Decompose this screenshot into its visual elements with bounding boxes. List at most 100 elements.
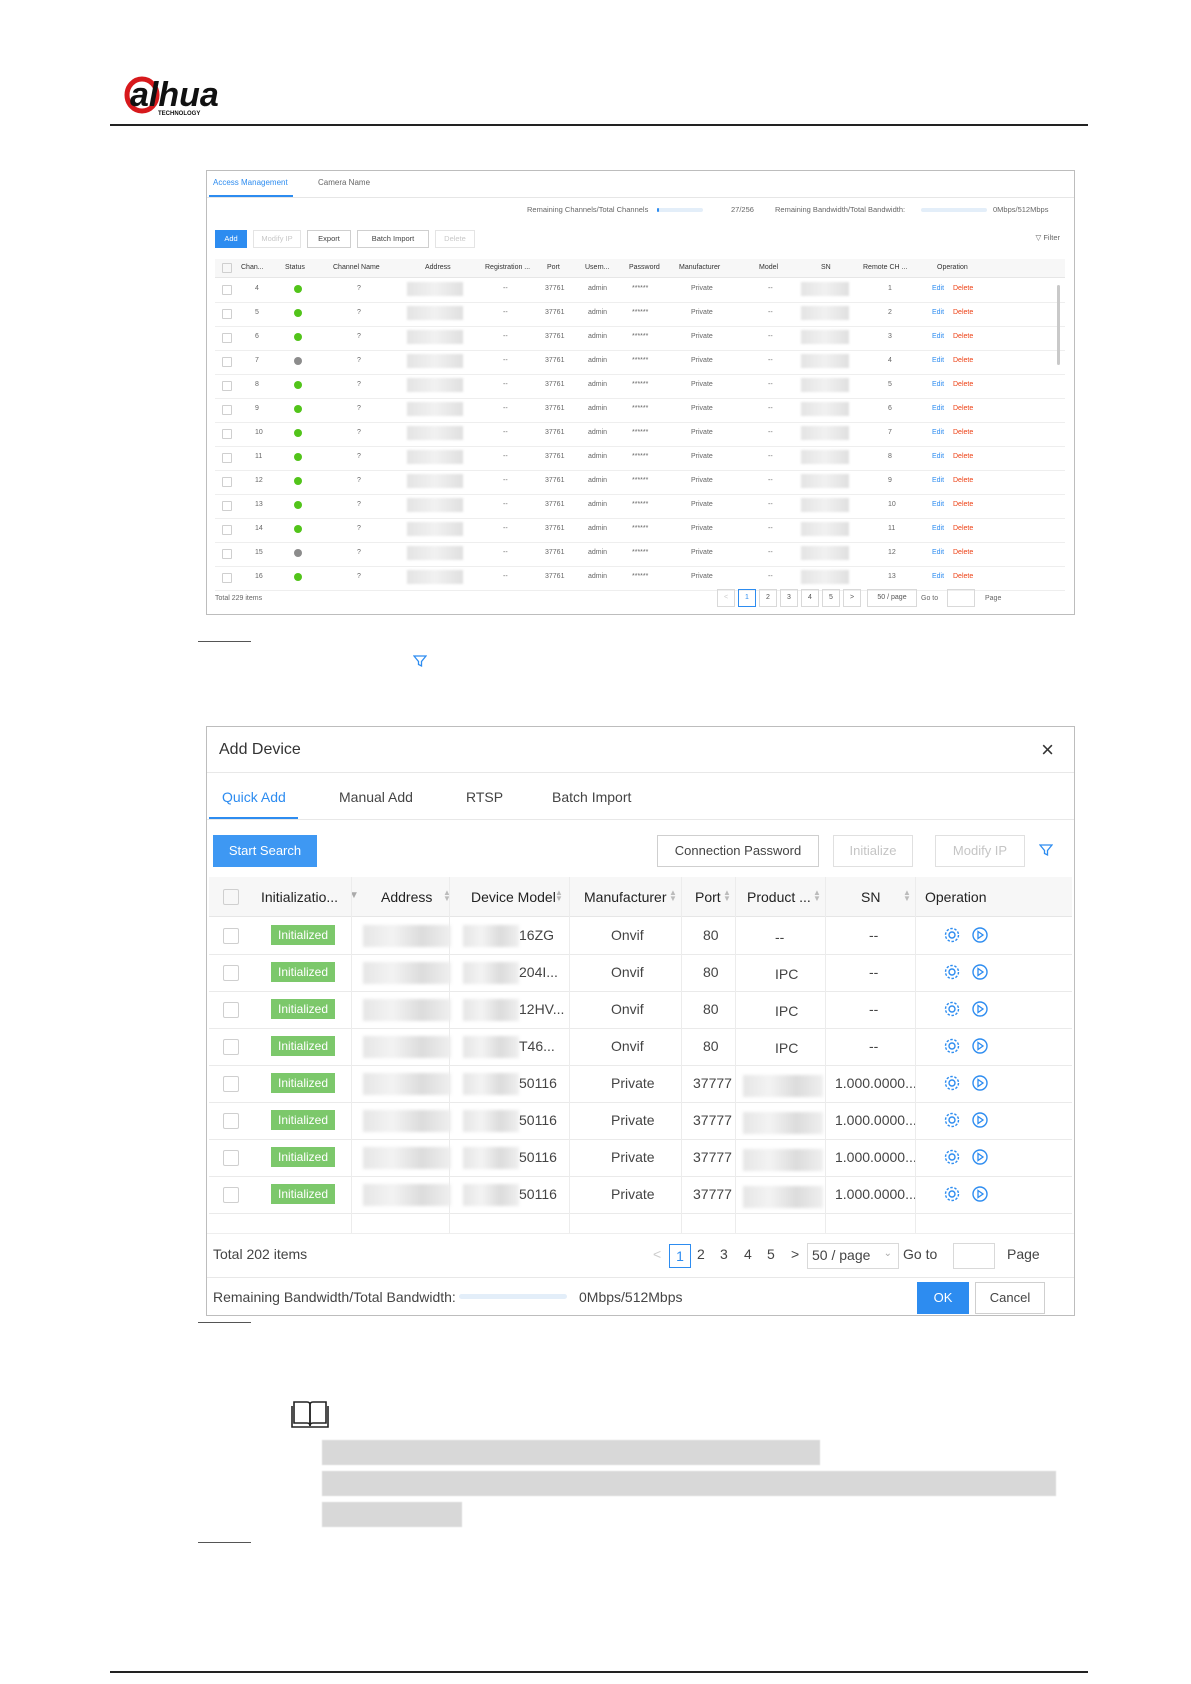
table-row[interactable]: 5? -- 37761 admin ****** Private -- 2 Edit Delete: [215, 302, 1065, 327]
delete-link[interactable]: Delete: [953, 309, 973, 316]
tab-access-management[interactable]: Access Management: [213, 178, 288, 187]
edit-link[interactable]: Edit: [932, 405, 944, 412]
modify-ip-button[interactable]: Modify IP: [253, 230, 301, 248]
col-manufacturer[interactable]: Manufacturer: [584, 889, 666, 905]
row-checkbox[interactable]: [222, 429, 232, 439]
table-row[interactable]: 15? -- 37761 admin ****** Private -- 12 Edit Dele…: [215, 542, 1065, 567]
row-checkbox[interactable]: [222, 285, 232, 295]
s1-next-page[interactable]: >: [843, 589, 861, 607]
col-address[interactable]: Address: [425, 264, 451, 271]
table-row[interactable]: 13? -- 37761 admin ****** Private -- 10 Edit Dele…: [215, 494, 1065, 519]
s2-page-1[interactable]: 1: [669, 1244, 691, 1268]
s1-page-2[interactable]: 2: [759, 589, 777, 607]
batch-import-button[interactable]: Batch Import: [357, 230, 429, 248]
col-registration[interactable]: Registration ...: [485, 264, 530, 271]
s1-goto-input[interactable]: [947, 589, 975, 607]
col-device-model[interactable]: Device Model: [471, 889, 556, 905]
s2-goto-input[interactable]: [953, 1243, 995, 1269]
row-checkbox[interactable]: [222, 525, 232, 535]
table-row[interactable]: 6? -- 37761 admin ****** Private -- 3 Edit Delete: [215, 326, 1065, 351]
col-status[interactable]: Status: [285, 264, 305, 271]
edit-link[interactable]: Edit: [932, 285, 944, 292]
s1-page-size-select[interactable]: 50 / page: [867, 589, 917, 607]
tab-manual-add[interactable]: Manual Add: [339, 789, 413, 805]
table-row[interactable]: Initialized 50116 Private 37777 1.000.0000..…: [209, 1102, 1072, 1140]
s2-prev-page[interactable]: <: [653, 1246, 661, 1262]
tab-batch-import[interactable]: Batch Import: [552, 789, 631, 805]
edit-link[interactable]: Edit: [932, 453, 944, 460]
filter-button[interactable]: ▽ Filter: [1035, 233, 1060, 242]
s2-page-5[interactable]: 5: [767, 1246, 775, 1262]
s1-page-4[interactable]: 4: [801, 589, 819, 607]
col-remote-ch[interactable]: Remote CH ...: [863, 264, 907, 271]
delete-link[interactable]: Delete: [953, 285, 973, 292]
edit-link[interactable]: Edit: [932, 309, 944, 316]
delete-link[interactable]: Delete: [953, 453, 973, 460]
table-row[interactable]: 4? -- 37761 admin ****** Private -- 1 Edit Delete: [215, 278, 1065, 303]
settings-gear-icon[interactable]: [943, 1148, 961, 1166]
row-checkbox[interactable]: [223, 1113, 239, 1129]
close-icon[interactable]: ×: [1041, 737, 1054, 763]
delete-link[interactable]: Delete: [953, 501, 973, 508]
edit-link[interactable]: Edit: [932, 381, 944, 388]
edit-link[interactable]: Edit: [932, 549, 944, 556]
table-row[interactable]: 8? -- 37761 admin ****** Private -- 5 Edit Delete: [215, 374, 1065, 399]
play-icon[interactable]: [971, 1111, 989, 1129]
delete-link[interactable]: Delete: [953, 549, 973, 556]
table-row[interactable]: 16? -- 37761 admin ****** Private -- 13 Edit Dele…: [215, 566, 1065, 591]
row-checkbox[interactable]: [223, 1039, 239, 1055]
table-row[interactable]: 14? -- 37761 admin ****** Private -- 11 Edit Dele…: [215, 518, 1065, 543]
settings-gear-icon[interactable]: [943, 1185, 961, 1203]
edit-link[interactable]: Edit: [932, 357, 944, 364]
s1-page-1[interactable]: 1: [738, 589, 756, 607]
table-row[interactable]: 7? -- 37761 admin ****** Private -- 4 Edit Delete: [215, 350, 1065, 375]
play-icon[interactable]: [971, 963, 989, 981]
initialize-button[interactable]: Initialize: [833, 835, 913, 867]
table-row[interactable]: Initialized 50116 Private 37777 1.000.0000..…: [209, 1065, 1072, 1103]
s1-prev-page[interactable]: <: [717, 589, 735, 607]
row-checkbox[interactable]: [222, 357, 232, 367]
tab-rtsp[interactable]: RTSP: [466, 789, 503, 805]
row-checkbox[interactable]: [222, 333, 232, 343]
s2-next-page[interactable]: >: [791, 1246, 799, 1262]
row-checkbox[interactable]: [222, 381, 232, 391]
play-icon[interactable]: [971, 1074, 989, 1092]
s2-page-2[interactable]: 2: [697, 1246, 705, 1262]
tab-quick-add[interactable]: Quick Add: [222, 789, 286, 805]
select-all-checkbox[interactable]: [223, 889, 239, 905]
col-initialization[interactable]: Initializatio...: [261, 889, 338, 905]
edit-link[interactable]: Edit: [932, 501, 944, 508]
edit-link[interactable]: Edit: [932, 573, 944, 580]
row-checkbox[interactable]: [223, 1187, 239, 1203]
row-checkbox[interactable]: [222, 549, 232, 559]
settings-gear-icon[interactable]: [943, 1037, 961, 1055]
filter-icon[interactable]: [1038, 843, 1054, 857]
edit-link[interactable]: Edit: [932, 525, 944, 532]
table-row[interactable]: Initialized 16ZG Onvif 80 -- --: [209, 917, 1072, 955]
start-search-button[interactable]: Start Search: [213, 835, 317, 867]
sort-icon[interactable]: ▲ ▼: [903, 889, 911, 903]
edit-link[interactable]: Edit: [932, 333, 944, 340]
delete-link[interactable]: Delete: [953, 429, 973, 436]
delete-link[interactable]: Delete: [953, 333, 973, 340]
sort-icon[interactable]: ▲ ▼: [669, 889, 677, 903]
table-row[interactable]: 10? -- 37761 admin ****** Private -- 7 Edit Delet…: [215, 422, 1065, 447]
col-sn[interactable]: SN: [861, 889, 880, 905]
delete-link[interactable]: Delete: [953, 525, 973, 532]
col-port[interactable]: Port: [695, 889, 721, 905]
row-checkbox[interactable]: [222, 309, 232, 319]
row-checkbox[interactable]: [223, 1076, 239, 1092]
table-row[interactable]: 9? -- 37761 admin ****** Private -- 6 Edit Delete: [215, 398, 1065, 423]
cancel-button[interactable]: Cancel: [975, 1282, 1045, 1314]
add-button[interactable]: Add: [215, 230, 247, 248]
delete-button[interactable]: Delete: [435, 230, 475, 248]
col-username[interactable]: Usern...: [585, 264, 610, 271]
col-channel-name[interactable]: Channel Name: [333, 264, 380, 271]
export-button[interactable]: Export: [307, 230, 351, 248]
ok-button[interactable]: OK: [917, 1282, 969, 1314]
table-row[interactable]: 11? -- 37761 admin ****** Private -- 8 Edit Delet…: [215, 446, 1065, 471]
play-icon[interactable]: [971, 1037, 989, 1055]
settings-gear-icon[interactable]: [943, 926, 961, 944]
edit-link[interactable]: Edit: [932, 477, 944, 484]
row-checkbox[interactable]: [222, 453, 232, 463]
